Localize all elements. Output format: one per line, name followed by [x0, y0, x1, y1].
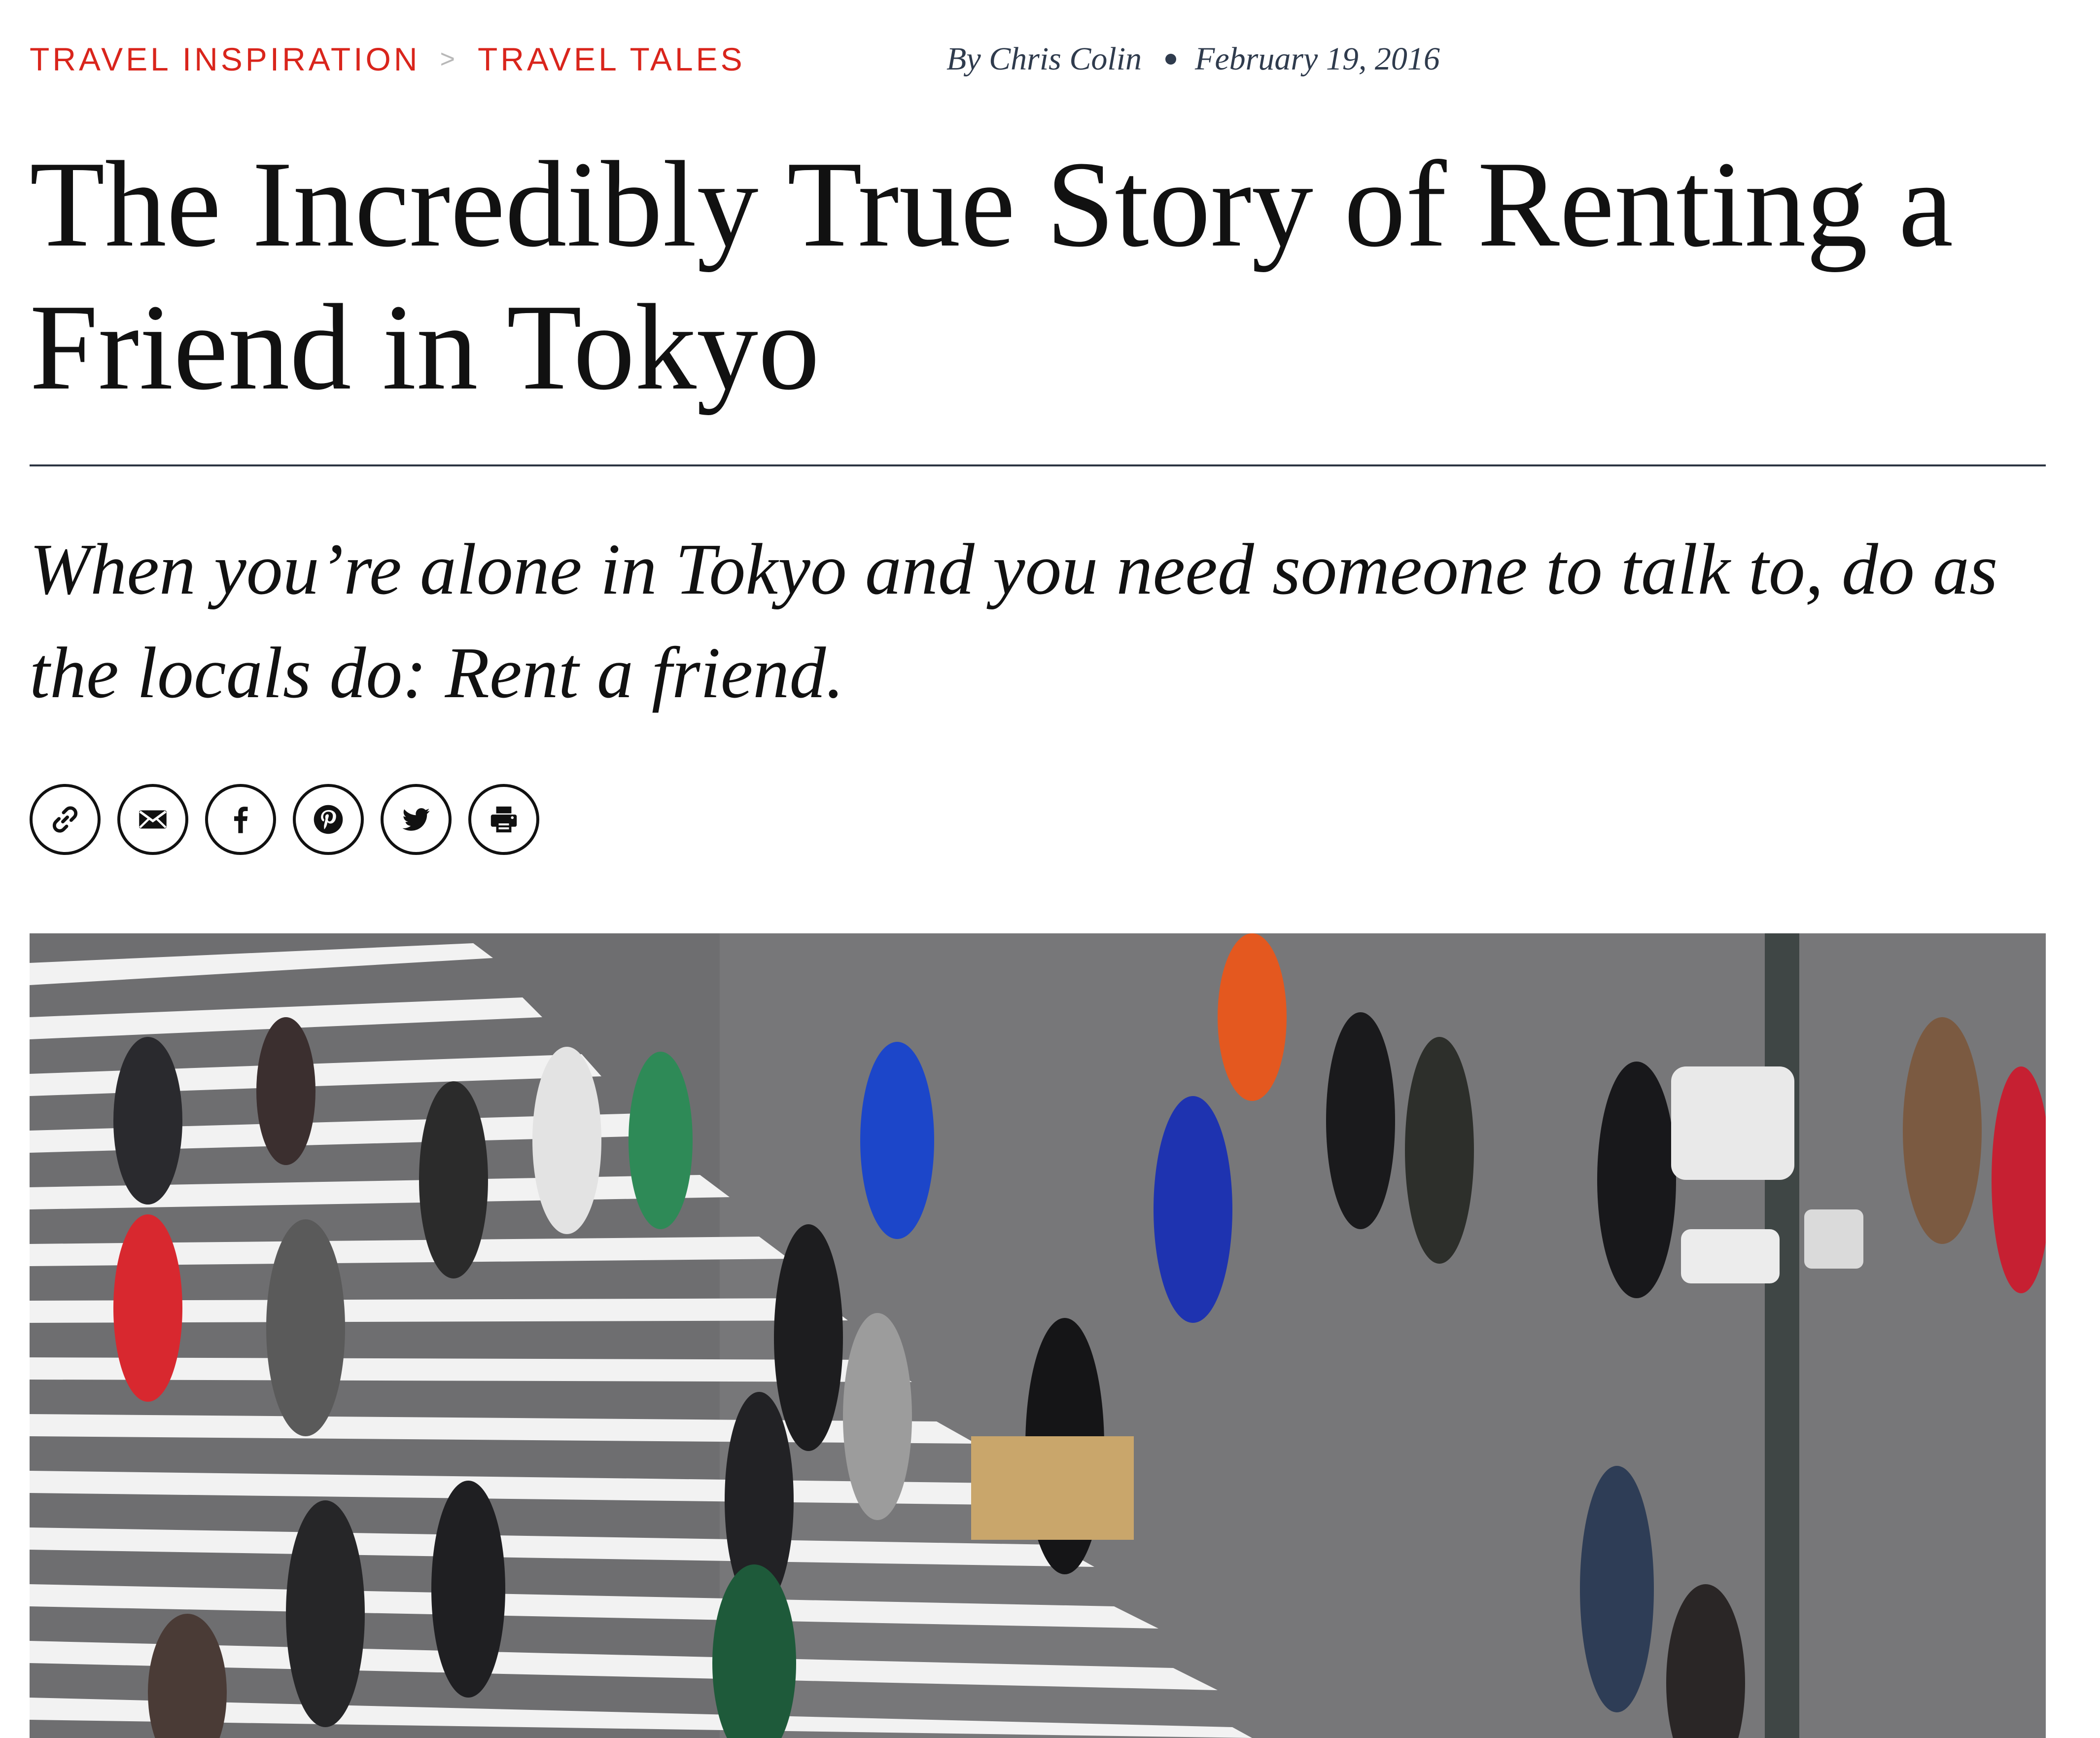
pinterest-icon: [314, 805, 343, 834]
print-icon: [490, 806, 517, 833]
twitter-icon: [402, 808, 430, 831]
breadcrumb: TRAVEL INSPIRATION > TRAVEL TALES: [30, 39, 745, 79]
bullet-dot-icon: [1165, 54, 1177, 65]
pinterest-share-button[interactable]: [293, 784, 364, 855]
breadcrumb-travel-inspiration[interactable]: TRAVEL INSPIRATION: [30, 40, 420, 78]
share-toolbar: [30, 784, 556, 855]
twitter-share-button[interactable]: [381, 784, 452, 855]
breadcrumb-separator-icon: >: [440, 45, 458, 73]
hero-image: [30, 933, 2046, 1738]
facebook-share-button[interactable]: [205, 784, 276, 855]
publish-date: February 19, 2016: [1195, 41, 1440, 77]
facebook-icon: [234, 807, 248, 833]
copy-link-button[interactable]: [30, 784, 101, 855]
article-meta-row: TRAVEL INSPIRATION > TRAVEL TALES By Chr…: [30, 39, 2046, 79]
article-dek: When you’re alone in Tokyo and you need …: [30, 529, 1998, 713]
title-divider: [30, 464, 2046, 466]
article-title: The Incredibly True Story of Renting a F…: [30, 136, 1954, 416]
link-icon: [52, 806, 78, 833]
email-icon: [139, 810, 167, 829]
byline: By Chris Colin February 19, 2016: [946, 39, 1440, 79]
print-button[interactable]: [468, 784, 539, 855]
crowd-crosswalk-photo: [30, 933, 2046, 1738]
author-name: By Chris Colin: [946, 41, 1142, 77]
breadcrumb-travel-tales[interactable]: TRAVEL TALES: [478, 40, 745, 78]
email-share-button[interactable]: [117, 784, 188, 855]
